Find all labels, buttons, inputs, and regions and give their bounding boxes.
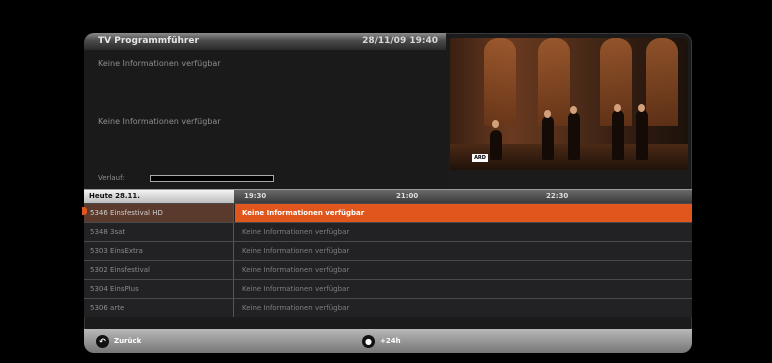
performer xyxy=(490,130,502,160)
epg-row[interactable]: 5302 Einsfestival Keine Informationen ve… xyxy=(84,260,692,279)
event-title: Keine Informationen verfügbar xyxy=(98,59,221,68)
date-time: 28/11/09 19:40 xyxy=(362,36,438,46)
event-info-panel: Keine Informationen verfügbar Keine Info… xyxy=(84,50,446,188)
timeline-header: Heute 28.11. 19:30 21:00 22:30 xyxy=(84,189,692,203)
program-title[interactable]: Keine Informationen verfügbar xyxy=(242,242,349,260)
performer-head xyxy=(492,120,499,128)
title-bar: TV Programmführer 28/11/09 19:40 xyxy=(84,33,446,50)
background-arch xyxy=(484,38,516,126)
channel-logo-overlay: ARD xyxy=(472,154,488,162)
channel-name[interactable]: 5346 Einsfestival HD xyxy=(84,204,234,222)
epg-row-selected[interactable]: 5346 Einsfestival HD Keine Informationen… xyxy=(84,203,692,222)
time-tick: 22:30 xyxy=(546,192,569,200)
program-title[interactable]: Keine Informationen verfügbar xyxy=(242,299,349,317)
performer xyxy=(568,112,580,160)
epg-window: TV Programmführer 28/11/09 19:40 Keine I… xyxy=(84,33,692,353)
program-title[interactable]: Keine Informationen verfügbar xyxy=(242,280,349,298)
performer-head xyxy=(570,106,577,114)
back-button-icon[interactable]: ↶ xyxy=(96,335,109,348)
back-label[interactable]: Zurück xyxy=(114,335,141,348)
performer-head xyxy=(638,104,645,112)
channel-name[interactable]: 5302 Einsfestival xyxy=(84,261,234,279)
epg-row[interactable]: 5304 EinsPlus Keine Informationen verfüg… xyxy=(84,279,692,298)
performer xyxy=(542,116,554,160)
epg-row[interactable]: 5306 arte Keine Informationen verfügbar xyxy=(84,298,692,317)
epg-row[interactable]: 5303 EinsExtra Keine Informationen verfü… xyxy=(84,241,692,260)
program-title[interactable]: Keine Informationen verfügbar xyxy=(242,223,349,241)
performer xyxy=(612,110,624,160)
time-tick: 19:30 xyxy=(244,192,267,200)
next-day-label[interactable]: +24h xyxy=(380,335,401,348)
channel-name[interactable]: 5306 arte xyxy=(84,299,234,317)
background-arch xyxy=(538,38,570,126)
program-title[interactable]: Keine Informationen verfügbar xyxy=(242,261,349,279)
event-description: Keine Informationen verfügbar xyxy=(98,117,221,126)
performer xyxy=(636,110,648,160)
row-cursor-marker xyxy=(82,207,87,215)
page-title: TV Programmführer xyxy=(98,36,199,46)
footer-bar: ↶ Zurück ● +24h xyxy=(84,329,692,353)
channel-name[interactable]: 5348 3sat xyxy=(84,223,234,241)
day-label: Heute 28.11. xyxy=(84,190,234,203)
progress-label: Verlauf: xyxy=(98,174,125,182)
progress-bar xyxy=(150,175,274,182)
program-title[interactable]: Keine Informationen verfügbar xyxy=(242,204,364,222)
ok-button-icon[interactable]: ● xyxy=(362,335,375,348)
performer-head xyxy=(614,104,621,112)
epg-row[interactable]: 5348 3sat Keine Informationen verfügbar xyxy=(84,222,692,241)
background-arch xyxy=(646,38,678,126)
performer-head xyxy=(544,110,551,118)
video-preview: ARD xyxy=(450,38,688,170)
channel-name[interactable]: 5304 EinsPlus xyxy=(84,280,234,298)
channel-name[interactable]: 5303 EinsExtra xyxy=(84,242,234,260)
time-tick: 21:00 xyxy=(396,192,419,200)
